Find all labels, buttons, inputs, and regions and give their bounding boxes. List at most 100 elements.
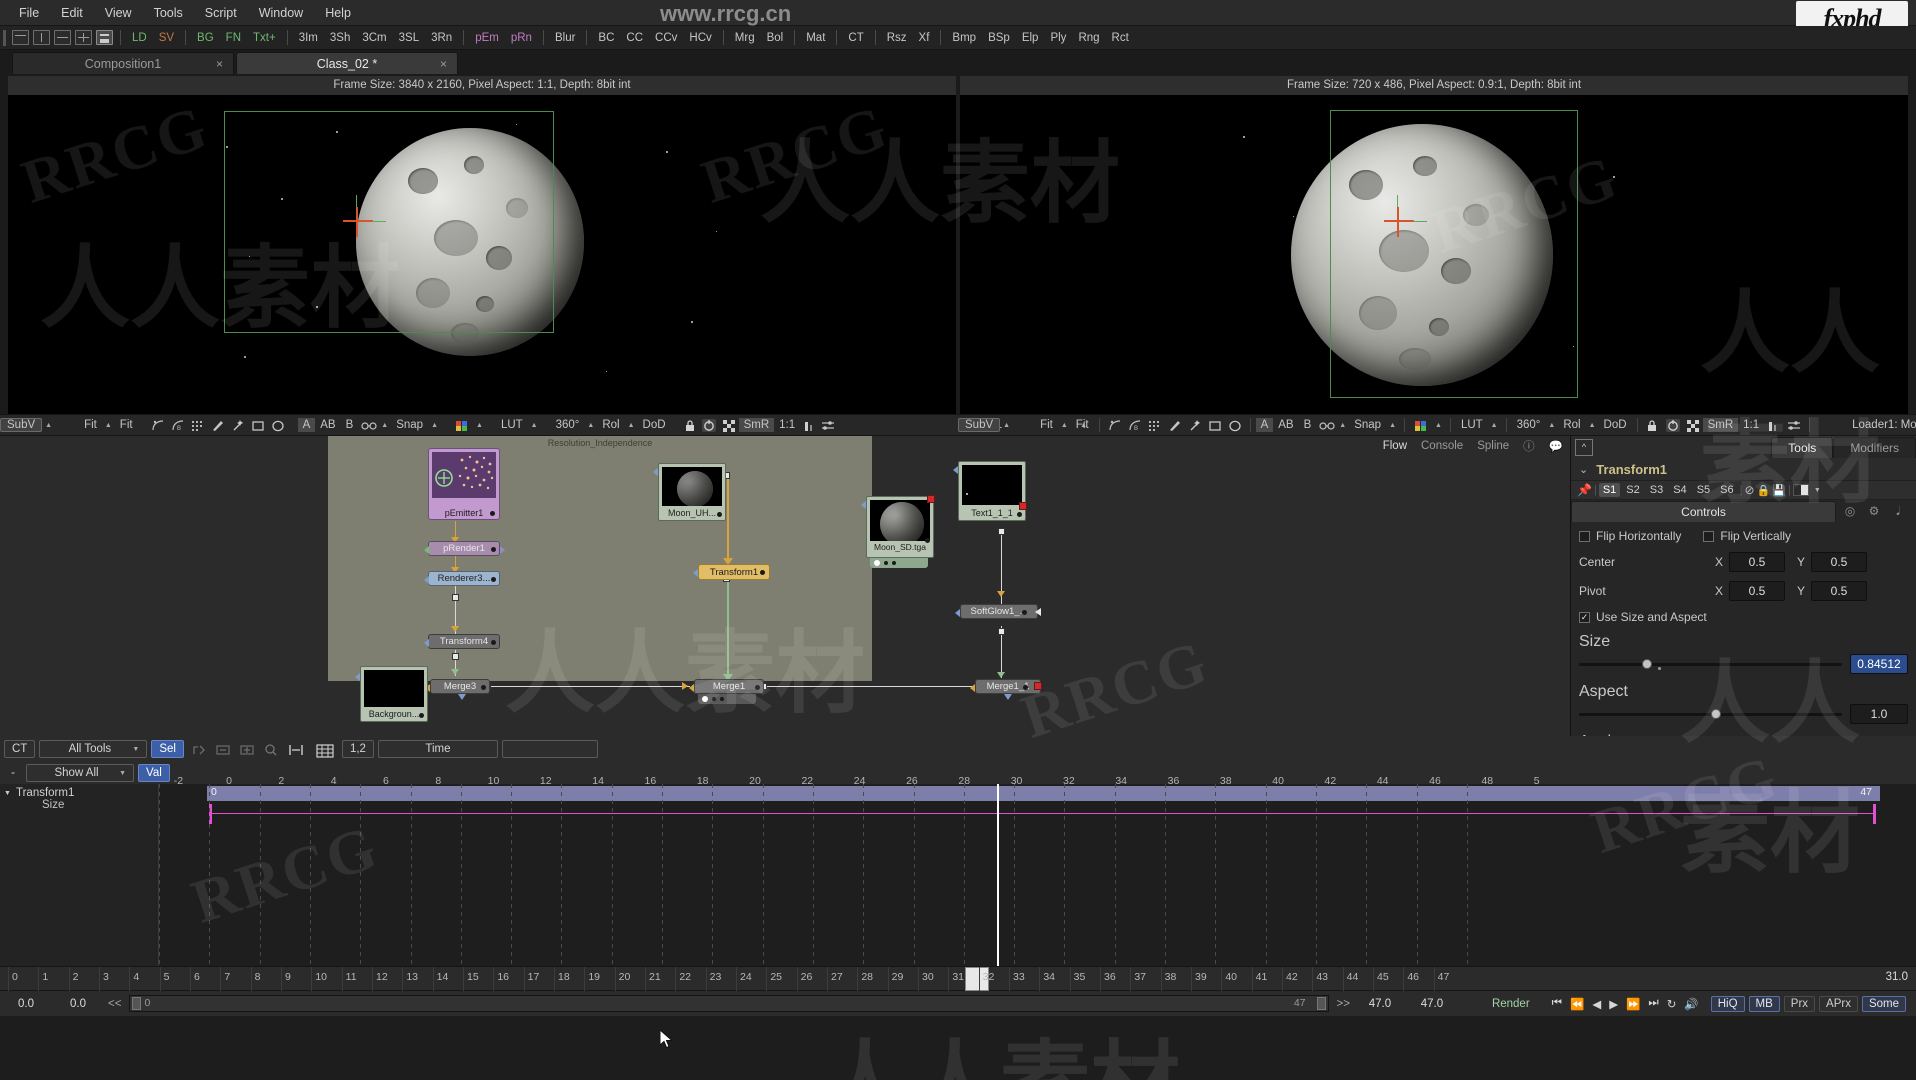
toolbar-button-3cm[interactable]: 3Cm (356, 30, 392, 46)
mb-button[interactable]: MB (1748, 995, 1780, 1012)
expand-tracks-icon[interactable] (239, 743, 254, 756)
time-mode-button[interactable]: Time (377, 740, 498, 758)
sparkle-pen-icon-right[interactable] (1188, 419, 1202, 432)
toolbar-button-3rn[interactable]: 3Rn (425, 30, 458, 46)
zoom-magnifier-icon[interactable] (263, 743, 277, 756)
toolbar-button-mrg[interactable]: Mrg (729, 30, 761, 46)
left-360-button[interactable]: 360° (551, 418, 585, 432)
left-lut-button[interactable]: LUT (496, 418, 528, 432)
gear-icon[interactable]: ⚙ (1862, 504, 1886, 518)
pivot-x-input[interactable]: 0.5 (1729, 581, 1785, 601)
range-end-handle[interactable] (1316, 997, 1326, 1010)
histogram-icon-right[interactable] (1767, 419, 1781, 432)
stereo-glasses-icon[interactable] (361, 419, 377, 432)
right-rol-chevron-icon[interactable]: ▲ (1586, 422, 1599, 429)
toolbar-button-bc[interactable]: BC (592, 30, 620, 46)
sliders-icon-right[interactable] (1787, 419, 1801, 432)
left-subview-button[interactable]: SubV (0, 418, 43, 432)
node-moon-uh[interactable]: Moon_UH... (653, 463, 726, 521)
show-all-select[interactable]: Show All ▼ (26, 764, 134, 782)
playhead[interactable] (997, 784, 999, 966)
toolbar-button-elp[interactable]: Elp (1016, 30, 1045, 46)
toolbar-button-bsp[interactable]: BSp (982, 30, 1016, 46)
checkerboard-icon[interactable] (722, 419, 736, 432)
left-lut-chevron-icon[interactable]: ▲ (528, 422, 541, 429)
collapse-tracks-icon[interactable] (215, 743, 230, 756)
flip-vertically-checkbox[interactable] (1703, 530, 1715, 542)
go-to-start-button[interactable]: ⏮ (1548, 996, 1566, 1011)
sparkle-pen-icon[interactable] (231, 419, 245, 432)
right-rol-button[interactable]: Rol (1558, 418, 1585, 432)
menu-item-file[interactable]: File (8, 3, 50, 23)
range-start-handle[interactable] (132, 997, 142, 1010)
flow-tab-spline[interactable]: Spline (1470, 439, 1516, 453)
inspector-tab-tools[interactable]: Tools (1771, 436, 1834, 458)
range-next-button[interactable]: >> (1333, 997, 1354, 1011)
right-snap-chevron-icon[interactable]: ▲ (1386, 422, 1399, 429)
spline-b-icon-right[interactable]: B (1128, 419, 1142, 432)
node-merge1-1[interactable]: Merge1_1 (970, 679, 1042, 700)
node-softglow1[interactable]: SoftGlow1_... (955, 604, 1041, 619)
inspector-collapse-icon[interactable]: ^ (1575, 438, 1593, 456)
hiq-button[interactable]: HiQ (1710, 995, 1745, 1012)
one-two-button[interactable]: 1,2 (341, 740, 374, 758)
right-fit2-button[interactable]: Fit (1071, 418, 1094, 432)
step-back-fast-button[interactable]: ⏪ (1566, 996, 1588, 1012)
right-buffer-ab-button[interactable]: AB (1273, 418, 1298, 432)
viewer-right-canvas[interactable] (960, 95, 1908, 414)
toolbar-button-sv[interactable]: SV (153, 30, 180, 46)
menu-item-script[interactable]: Script (194, 3, 248, 23)
toolbar-button-3im[interactable]: 3Im (293, 30, 324, 46)
center-x-input[interactable]: 0.5 (1729, 552, 1785, 572)
right-fit-chevron-icon[interactable]: ▲ (1058, 422, 1071, 429)
menu-item-tools[interactable]: Tools (143, 3, 194, 23)
info-icon[interactable]: 𝅘𝅥 (1886, 504, 1910, 519)
toolbar-button-mat[interactable]: Mat (800, 30, 831, 46)
node-renderer3d[interactable]: Renderer3... (424, 571, 500, 586)
state-s1-button[interactable]: S1 (1598, 483, 1621, 497)
layout-single-icon[interactable] (12, 30, 29, 45)
timeline-dash-button[interactable]: - (4, 765, 22, 781)
ellipse-mask-icon[interactable] (271, 419, 285, 432)
left-snap-button[interactable]: Snap (391, 418, 428, 432)
menu-item-view[interactable]: View (94, 3, 143, 23)
stereo-glasses-icon-right[interactable] (1319, 419, 1335, 432)
inspector-node-chevron-icon[interactable]: ⌄ (1579, 463, 1588, 476)
right-buffer-a-button[interactable]: A (1255, 418, 1274, 432)
layout-2up-icon[interactable] (33, 30, 50, 45)
toolbar-button-ct[interactable]: CT (842, 30, 869, 46)
right-smr-button[interactable]: SmR (1702, 418, 1739, 432)
inspector-lock-icon[interactable]: 🔒 (1757, 484, 1771, 497)
flip-horizontally-checkbox[interactable] (1579, 530, 1590, 542)
all-tools-select[interactable]: All Tools ▼ (39, 740, 148, 758)
rectangle-mask-icon-right[interactable] (1208, 419, 1222, 432)
some-button[interactable]: Some (1861, 995, 1906, 1012)
toolbar-button-rng[interactable]: Rng (1072, 30, 1105, 46)
node-pemitter1[interactable]: pEmitter1 (428, 448, 500, 520)
node-transform4[interactable]: Transform4 (424, 634, 500, 649)
transport-time-1[interactable]: 47.0 (1354, 998, 1406, 1010)
step-forward-fast-button[interactable]: ⏩ (1622, 996, 1644, 1012)
disable-icon[interactable]: ⊘ (1744, 483, 1754, 497)
right-buffer-b-button[interactable]: B (1299, 418, 1317, 432)
prx-button[interactable]: Prx (1783, 995, 1816, 1012)
node-prender1[interactable]: pRender1 (424, 541, 505, 556)
layout-2row-icon[interactable] (54, 30, 71, 45)
toolbar-button-pem[interactable]: pEm (469, 30, 505, 46)
save-icon[interactable]: 💾 (1772, 484, 1786, 497)
left-360-chevron-icon[interactable]: ▲ (584, 422, 597, 429)
left-rol-button[interactable]: Rol (597, 418, 624, 432)
rectangle-mask-icon[interactable] (251, 419, 265, 432)
spreadsheet-icon[interactable] (315, 743, 335, 758)
tab-composition1-close-icon[interactable]: × (216, 57, 223, 71)
pin-icon[interactable]: 📌 (1577, 483, 1592, 497)
sel-button[interactable]: Sel (151, 740, 184, 758)
spline-b-icon[interactable]: B (171, 419, 185, 432)
left-fit2-button[interactable]: Fit (115, 418, 138, 432)
val-button[interactable]: Val (138, 764, 170, 782)
size-slider[interactable] (1579, 658, 1842, 670)
toolbar-button-prn[interactable]: pRn (505, 30, 538, 46)
center-y-input[interactable]: 0.5 (1811, 552, 1867, 572)
layout-locked-icon[interactable] (96, 30, 113, 45)
ellipse-mask-icon-right[interactable] (1228, 419, 1242, 432)
